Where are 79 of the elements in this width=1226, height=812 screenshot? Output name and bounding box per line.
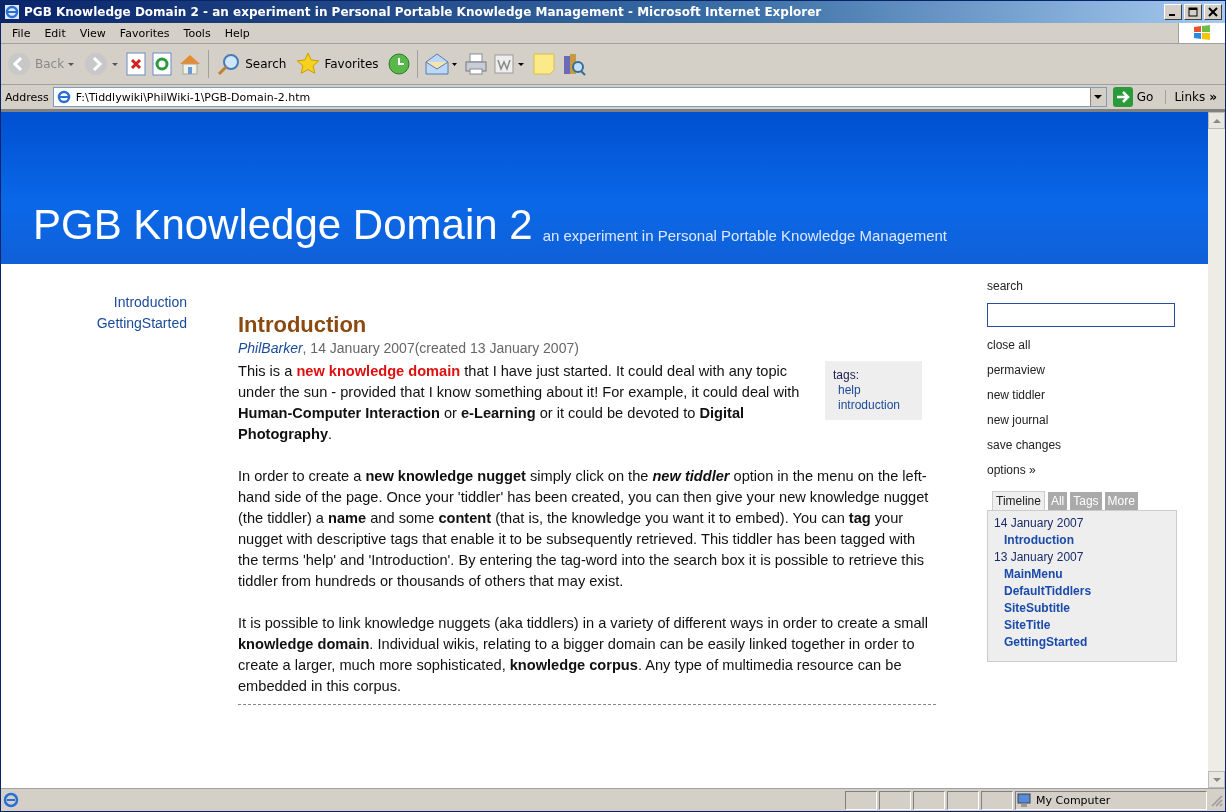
star-icon xyxy=(296,52,321,76)
search-label: search xyxy=(987,278,1024,295)
paragraph: This is a new knowledge domain that I have just started. It could deal with any topic under the sun - provided that I know something about it! For example, it could deal with Human-Computer Interaction or e-Learning or it could be devoted to Digital Photography. xyxy=(238,362,801,444)
tiddler-title: Introduction xyxy=(238,312,368,338)
windows-flag-icon xyxy=(1192,23,1212,43)
chevron-button[interactable]: » xyxy=(1209,90,1221,104)
down-arrow-icon xyxy=(1212,777,1221,782)
paragraph: It is possible to link knowledge nuggets (aka tiddlers) in a variety of different ways in order to create a small knowledge domain. Individual wikis, relating to a bigger domain can be easily linked together in order to create a larger, much more sophisticated, knowledge corpus. Any type of multimedia resource can be embedded in this corpus. xyxy=(238,614,930,696)
timeline-link[interactable]: Introduction xyxy=(994,532,1170,549)
sidebar-command[interactable]: options » xyxy=(987,458,1036,483)
author-link[interactable]: PhilBarker xyxy=(238,340,303,356)
sidebar-command[interactable]: close all xyxy=(987,333,1031,358)
resize-grip-icon[interactable] xyxy=(1209,793,1223,807)
status-pane xyxy=(913,790,945,810)
menu-link[interactable]: Introduction xyxy=(113,294,187,310)
address-field[interactable]: F:\Tiddlywiki\PhilWiki-1\PGB-Domain-2.htm xyxy=(52,87,1107,107)
close-button[interactable] xyxy=(1204,4,1222,20)
page-icon xyxy=(3,792,19,808)
timeline-link[interactable]: SiteSubtitle xyxy=(994,600,1170,617)
tiddler-date: , 14 January 2007(created 13 January 2007) xyxy=(302,340,579,356)
timeline-link[interactable]: MainMenu xyxy=(994,566,1170,583)
timeline-link[interactable]: SiteTitle xyxy=(994,617,1170,634)
sidebar-tab[interactable]: Timeline xyxy=(992,491,1045,510)
site-subtitle: an experiment in Personal Portable Knowledge Management xyxy=(542,227,948,246)
favorites-button[interactable]: Favorites xyxy=(294,50,381,78)
menu-item[interactable]: Favorites xyxy=(112,26,177,40)
menu-item[interactable]: Edit xyxy=(37,26,73,40)
site-title: PGB Knowledge Domain 2 xyxy=(33,204,533,246)
tag-link[interactable]: help xyxy=(833,383,915,398)
tags-label: tags: xyxy=(833,368,860,383)
minimize-button[interactable] xyxy=(1164,4,1182,20)
page-icon xyxy=(55,89,72,105)
sidebar-command[interactable]: save changes xyxy=(987,433,1062,458)
timeline-link[interactable]: DefaultTiddlers xyxy=(994,583,1170,600)
menu-item[interactable]: Tools xyxy=(176,26,218,40)
history-icon[interactable] xyxy=(386,52,411,76)
vertical-scrollbar[interactable] xyxy=(1208,112,1225,788)
sidebar-command[interactable]: new journal xyxy=(987,408,1049,433)
stop-icon[interactable] xyxy=(126,52,147,76)
scroll-up-button[interactable] xyxy=(1208,112,1225,129)
browser-icon xyxy=(4,4,20,20)
refresh-icon[interactable] xyxy=(152,52,173,76)
status-pane xyxy=(879,790,911,810)
menu-item[interactable]: File xyxy=(5,26,38,40)
go-arrow-icon xyxy=(1112,87,1133,107)
links-button[interactable]: Links xyxy=(1165,90,1206,104)
sidebar-command[interactable]: permaview xyxy=(987,358,1046,383)
timeline-date: 14 January 2007 xyxy=(994,515,1085,532)
window-title: PGB Knowledge Domain 2 - an experiment in Personal Portable Knowledge Management - Microsoft Internet Explorer xyxy=(24,5,822,19)
sidebar-command[interactable]: new tiddler xyxy=(987,383,1046,408)
scroll-down-button[interactable] xyxy=(1208,771,1225,788)
maximize-icon xyxy=(1188,7,1198,17)
search-icon xyxy=(217,52,242,76)
mail-icon[interactable] xyxy=(423,52,458,76)
address-label: Address xyxy=(5,90,49,104)
menu-item[interactable]: Help xyxy=(217,26,257,40)
go-button[interactable]: Go xyxy=(1110,87,1162,107)
computer-icon xyxy=(1016,792,1032,808)
caret-icon xyxy=(68,62,75,66)
up-arrow-icon xyxy=(1212,118,1221,123)
zone-label: My Computer xyxy=(1036,793,1111,807)
timeline-date: 13 January 2007 xyxy=(994,549,1085,566)
research-icon[interactable] xyxy=(561,52,586,76)
close-icon xyxy=(1208,7,1218,17)
timeline-link[interactable]: GettingStarted xyxy=(994,634,1170,651)
search-button[interactable]: Search xyxy=(215,50,289,78)
word-icon[interactable] xyxy=(493,52,526,76)
caret-icon xyxy=(112,62,119,66)
search-field[interactable] xyxy=(987,303,1175,327)
menu-item[interactable]: View xyxy=(72,26,113,40)
tag-link[interactable]: introduction xyxy=(833,398,915,413)
status-pane xyxy=(981,790,1013,810)
status-pane xyxy=(947,790,979,810)
printer-icon[interactable] xyxy=(463,52,488,76)
maximize-button[interactable] xyxy=(1184,4,1202,20)
menu-link[interactable]: GettingStarted xyxy=(96,315,187,331)
minimize-icon xyxy=(1169,14,1175,16)
paragraph: In order to create a new knowledge nugget simply click on the new tiddler option in the menu on the left-hand side of the page. Once your 'tiddler' has been created, you can then give your new knowledge nugget (the tiddler) a name and some content (that is, the knowledge you want it to embed). You can tag your nugget with descriptive tags that enable it to be subsequently retrieved. This tiddler has been tagged with the terms 'help' and 'Introduction'. By entering the tag-word into the search box it is possible to retrieve this tiddler from hundreds or thousands of others that may exist. xyxy=(238,467,930,591)
status-pane xyxy=(845,790,877,810)
